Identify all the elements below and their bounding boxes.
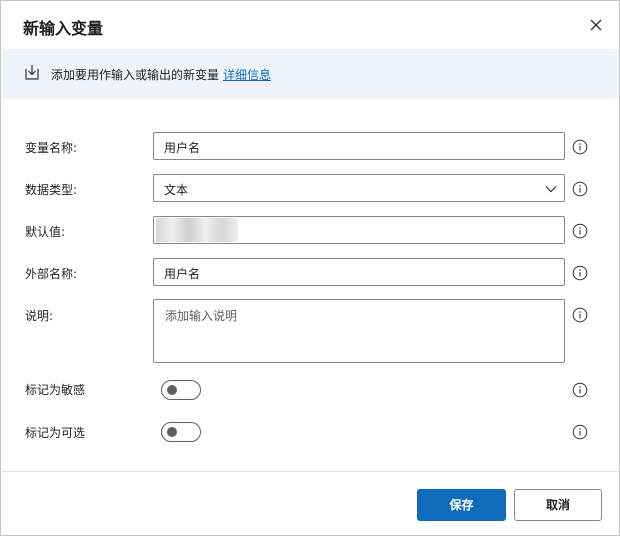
optional-label: 标记为可选 (25, 426, 86, 440)
chevron-down-icon (545, 186, 557, 193)
close-button[interactable] (585, 14, 607, 36)
description-info-icon[interactable] (572, 307, 588, 323)
description-textarea[interactable]: 添加输入说明 (153, 299, 565, 363)
sensitive-toggle[interactable] (161, 380, 201, 400)
optional-info-icon[interactable] (572, 424, 588, 440)
data-type-dropdown[interactable]: 文本 (153, 174, 565, 202)
info-message-text: 添加要用作输入或输出的新变量 (51, 68, 220, 82)
toggle-knob (167, 385, 177, 395)
learn-more-link[interactable]: 详细信息 (223, 68, 271, 82)
default-value-label: 默认值: (25, 225, 66, 239)
info-message: 添加要用作输入或输出的新变量 详细信息 (51, 66, 271, 83)
optional-toggle[interactable] (161, 422, 201, 442)
sensitive-info-icon[interactable] (572, 382, 588, 398)
variable-name-input[interactable]: 用户名 (153, 132, 565, 160)
dialog-title: 新输入变量 (23, 19, 104, 38)
footer-divider (2, 471, 619, 472)
external-name-info-icon[interactable] (572, 265, 588, 281)
description-placeholder: 添加输入说明 (165, 309, 238, 323)
data-type-value: 文本 (164, 183, 189, 197)
description-label: 说明: (25, 309, 54, 323)
external-name-value: 用户名 (164, 267, 201, 281)
default-value-input[interactable] (153, 216, 565, 244)
external-name-label: 外部名称: (25, 267, 78, 281)
import-icon (23, 63, 41, 81)
redacted-value (156, 218, 238, 242)
save-button[interactable]: 保存 (417, 489, 506, 521)
data-type-label: 数据类型: (25, 183, 78, 197)
external-name-input[interactable]: 用户名 (153, 258, 565, 286)
variable-name-value: 用户名 (164, 141, 201, 155)
new-input-variable-dialog: 新输入变量 添加要用作输入或输出的新变量 详细信息 变量名称: 用户名 数据类型:… (0, 0, 620, 536)
cancel-button[interactable]: 取消 (514, 489, 602, 521)
info-bar: 添加要用作输入或输出的新变量 详细信息 (2, 49, 619, 99)
sensitive-label: 标记为敏感 (25, 383, 86, 397)
variable-name-label: 变量名称: (25, 141, 78, 155)
close-icon (590, 19, 602, 31)
default-value-info-icon[interactable] (572, 223, 588, 239)
data-type-info-icon[interactable] (572, 181, 588, 197)
variable-name-info-icon[interactable] (572, 139, 588, 155)
toggle-knob (167, 427, 177, 437)
